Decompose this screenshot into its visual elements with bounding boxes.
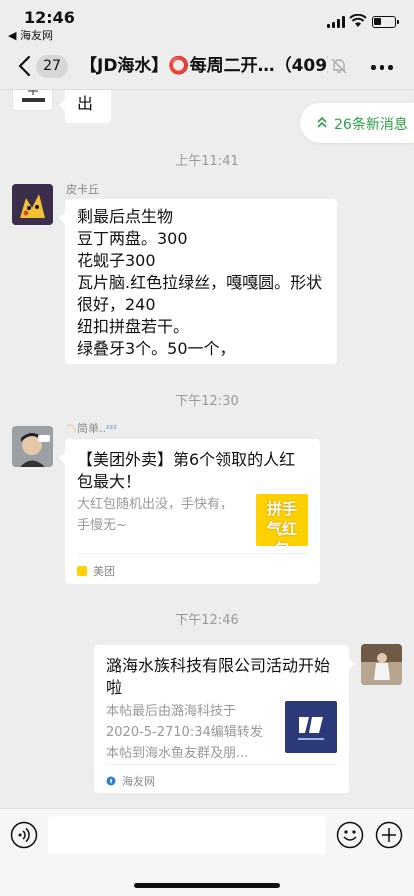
message-bubble[interactable]: 出	[59, 90, 111, 123]
signal-icon	[327, 16, 345, 28]
card-thumbnail: 拼手气红包	[256, 494, 308, 546]
status-time: 12:46	[24, 8, 75, 27]
bell-off-icon	[331, 58, 347, 74]
link-card[interactable]: 【美团外卖】第6个领取的人红包最大！ 大红包随机出没，手快有，手慢无~ 拼手气红…	[59, 439, 320, 584]
plus-icon[interactable]	[375, 821, 403, 849]
card-title: 【美团外卖】第6个领取的人红包最大！	[77, 450, 296, 491]
double-chevron-up-icon	[317, 116, 327, 128]
card-description: 大红包随机出没，手快有，手慢无~	[77, 497, 234, 533]
input-bar	[0, 808, 414, 896]
unread-count-badge[interactable]: 27	[36, 55, 68, 78]
wave-icon: 〽	[66, 422, 77, 435]
message-list[interactable]: 出 26条新消息 上午11:41 皮卡丘 剩最后点生物 豆丁两盘。300 花蚬子…	[0, 90, 414, 808]
new-messages-label: 26条新消息	[334, 117, 408, 133]
back-to-app-link[interactable]: ◀ 海友网	[8, 27, 53, 43]
message-input[interactable]	[48, 816, 326, 854]
zzz-icon: ᶻᶻᶻ	[106, 424, 117, 435]
timestamp: 上午11:41	[175, 154, 239, 169]
company-logo	[285, 701, 337, 753]
chat-header: 27 【JD海水】⭕每周二开…（409）	[0, 44, 414, 90]
message-text: 剩最后点生物 豆丁两盘。300 花蚬子300 瓦片脑.红色拉绿丝，嘎嘎圆。形状很…	[77, 207, 323, 358]
avatar[interactable]	[12, 184, 53, 225]
message-bubble[interactable]: 剩最后点生物 豆丁两盘。300 花蚬子300 瓦片脑.红色拉绿丝，嘎嘎圆。形状很…	[59, 199, 337, 364]
meituan-icon	[77, 566, 87, 576]
status-bar: 12:46 ◀ 海友网	[0, 0, 414, 44]
more-dots-icon[interactable]	[371, 65, 393, 71]
avatar[interactable]	[12, 90, 53, 111]
compass-icon	[106, 776, 116, 786]
timestamp: 下午12:30	[175, 394, 239, 409]
sender-name: 〽简单..ᶻᶻᶻ	[66, 422, 117, 435]
card-description: 本帖最后由潞海科技于2020-5-2710:34编辑转发本帖到海水鱼友群及朋..…	[106, 704, 263, 761]
link-card[interactable]: 潞海水族科技有限公司活动开始啦 本帖最后由潞海科技于2020-5-2710:34…	[94, 645, 355, 793]
card-source: 海友网	[122, 775, 155, 788]
avatar[interactable]	[361, 644, 402, 685]
chat-title[interactable]: 【JD海水】⭕每周二开…（409）	[80, 55, 328, 77]
timestamp: 下午12:46	[175, 613, 239, 628]
wifi-icon	[349, 14, 367, 27]
chevron-left-icon[interactable]	[16, 54, 36, 78]
message-text: 出	[77, 94, 94, 113]
voice-icon[interactable]	[10, 821, 38, 849]
home-indicator	[134, 883, 280, 888]
card-title: 潞海水族科技有限公司活动开始啦	[106, 656, 331, 697]
sender-name: 皮卡丘	[66, 183, 99, 196]
avatar[interactable]	[12, 426, 53, 467]
emoji-icon[interactable]	[336, 821, 364, 849]
new-messages-button[interactable]: 26条新消息	[300, 103, 414, 143]
battery-icon	[372, 16, 399, 28]
card-source: 美团	[93, 565, 115, 578]
